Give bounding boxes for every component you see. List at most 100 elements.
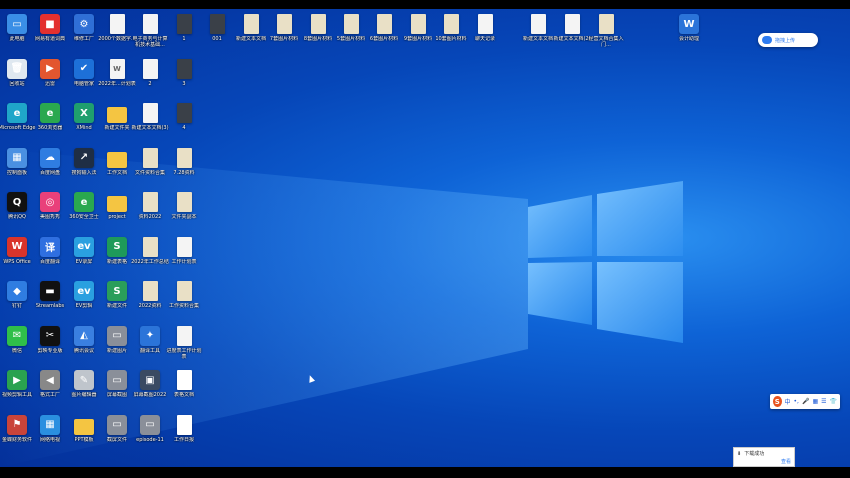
desktop-icon[interactable]: ☁ 百度网盘 <box>33 147 67 194</box>
desktop-icon-label: episode-11 <box>136 436 164 443</box>
desktop-icon[interactable]: e 360安全卫士 <box>67 192 101 238</box>
app-icon <box>142 147 158 168</box>
desktop-icon[interactable]: 新建文本文档(3) <box>131 103 169 149</box>
desktop-icon[interactable]: 🗑 回收站 <box>0 58 34 105</box>
desktop-icon[interactable]: 经营文档合集入门... <box>588 14 624 60</box>
app-icon <box>376 14 392 34</box>
app-icon: ▦ <box>40 414 60 435</box>
desktop-icon[interactable]: e Microsoft Edge <box>0 103 35 149</box>
desktop-icon[interactable]: 译百度翻译 <box>33 236 67 283</box>
desktop-icon-label: 文件夹副本 <box>171 214 197 220</box>
desktop-icon[interactable]: 工作计划表 <box>167 236 201 283</box>
desktop-icon[interactable]: ▭ 截屏文件 <box>100 414 134 461</box>
desktop-icon[interactable]: ✔ 电脑管家 <box>67 58 101 105</box>
desktop-icon[interactable]: ✂ 剪映专业版 <box>33 325 67 372</box>
desktop-icon[interactable]: 9套图片材料 <box>401 14 435 60</box>
desktop-icon[interactable]: ▭ 工作日报 <box>167 414 201 461</box>
desktop-icon[interactable]: W 2022年...计划表 <box>98 58 136 105</box>
download-toast[interactable]: ⬇ 下载成功 查看 <box>733 447 795 467</box>
desktop-icon[interactable]: 1 <box>167 14 201 60</box>
desktop-icon[interactable]: ev EV剪辑 <box>67 281 101 327</box>
desktop-icon[interactable]: 6套图片材料 <box>367 14 401 60</box>
desktop-icon[interactable]: X XMind <box>67 103 101 149</box>
desktop-icon[interactable]: Q 腾讯QQ <box>0 192 34 238</box>
desktop-icon[interactable]: ✦ 翻译工具 <box>133 325 167 372</box>
app-icon <box>564 14 580 34</box>
desktop-icon-label: Streamlabs <box>35 303 65 309</box>
ime-menu-icon[interactable]: ☰ <box>821 398 826 405</box>
desktop-icon[interactable]: 电子商务与计算机技术基础... <box>132 14 168 60</box>
desktop-icon[interactable]: 2000个数据字... <box>98 14 136 60</box>
ime-toolbar[interactable]: S 中 •, 🎤 ▦ ☰ 👕 <box>770 394 840 409</box>
desktop-icon[interactable]: S 新建表格 <box>100 236 134 283</box>
desktop-icon[interactable]: PPT模板 <box>67 415 101 461</box>
app-icon: ✉ <box>7 325 27 346</box>
desktop-icon[interactable]: 8套图片材料 <box>301 14 335 60</box>
desktop-icon[interactable]: ▬ Streamlabs <box>33 281 67 327</box>
app-icon: ▭ <box>107 325 127 346</box>
desktop-icon[interactable]: 2022资料 <box>133 281 167 327</box>
desktop-icon[interactable]: ▦ 控制面板 <box>0 147 34 194</box>
desktop-icon[interactable]: 进度表工作计划表 <box>166 325 202 372</box>
desktop-icon[interactable]: 文件资料合集 <box>133 147 167 194</box>
desktop-icon[interactable]: ▭ 表格文档 <box>167 370 201 416</box>
desktop-icon[interactable]: project <box>100 192 134 238</box>
desktop-icon[interactable]: 7套图片材料 <box>267 14 301 60</box>
desktop-icon[interactable]: 5套图片材料 <box>334 14 368 60</box>
app-icon <box>176 325 192 346</box>
desktop-icon[interactable]: ◭ 腾讯会议 <box>67 325 101 372</box>
desktop-icon[interactable]: ▭ 此电脑 <box>0 14 34 60</box>
desktop-icon[interactable]: 工作文档 <box>100 148 134 194</box>
desktop-icon[interactable]: 3 <box>167 58 201 105</box>
desktop-icon[interactable]: S 新建文件 <box>100 281 134 327</box>
desktop-icon[interactable]: 10套图片材料 <box>434 14 468 60</box>
desktop-icon[interactable]: ◎ 美图秀秀 <box>33 192 67 238</box>
app-icon <box>107 107 127 123</box>
desktop-icon[interactable]: e 360浏览器 <box>33 103 67 149</box>
ime-mode-chinese[interactable]: 中 <box>785 397 791 406</box>
desktop-icon[interactable]: ◀ 格式工厂 <box>33 370 67 416</box>
desktop-icon[interactable]: 4 <box>167 103 201 149</box>
toast-view-link[interactable]: 查看 <box>781 458 791 465</box>
desktop-icon[interactable]: ⚙ 维修工厂 <box>67 14 101 60</box>
desktop-icon[interactable]: ✉ 微信 <box>0 325 34 372</box>
desktop-icon[interactable]: ▭ 新建图片 <box>100 325 134 372</box>
ime-voice-icon[interactable]: 🎤 <box>802 398 809 405</box>
desktop-icon[interactable]: W 会计助理 <box>672 14 706 60</box>
desktop-icon[interactable]: 资料2022 <box>133 192 167 238</box>
desktop-icon[interactable]: W WPS Office <box>0 236 34 283</box>
desktop-icon[interactable]: ▭ 屏幕截图 <box>100 370 134 416</box>
desktop-icon[interactable]: ▦ 网络电视 <box>33 414 67 461</box>
desktop-icon[interactable]: 001 <box>200 14 234 60</box>
ime-keyboard-icon[interactable]: ▦ <box>812 398 818 405</box>
upload-widget[interactable]: 拖拽上传 <box>758 33 818 47</box>
desktop-icon[interactable]: ▣ 屏幕截图2022 <box>133 370 167 416</box>
desktop-icon[interactable]: 新建文本文档 <box>521 14 555 60</box>
ime-punctuation-icon[interactable]: •, <box>794 398 799 405</box>
desktop-icon[interactable]: ev EV录屏 <box>67 236 101 283</box>
desktop-icon-label: 工作计划表 <box>171 258 197 265</box>
desktop-icon[interactable]: 文件夹副本 <box>167 192 201 238</box>
desktop-icon[interactable]: ▶ 视频剪辑工具 <box>0 370 34 416</box>
desktop-icon[interactable]: 工作资料合集 <box>167 281 201 327</box>
desktop-icon[interactable]: ▶ 迅雷 <box>33 58 67 105</box>
desktop-icon-label: 资料2022 <box>138 214 162 220</box>
desktop-icon[interactable]: ◆ 钉钉 <box>0 281 34 327</box>
desktop-icon[interactable]: ↗ 搜狗输入法 <box>67 147 101 194</box>
desktop-icon[interactable]: 新建文本文档 <box>234 14 268 60</box>
app-icon: ▶ <box>7 370 27 390</box>
desktop-icon[interactable]: ✎ 图片编辑器 <box>67 370 101 416</box>
ime-skin-icon[interactable]: 👕 <box>830 398 837 405</box>
desktop-icon[interactable]: 2 <box>133 58 167 105</box>
desktop-icon[interactable]: 新建文本文档(2) <box>553 14 591 60</box>
desktop-icon[interactable]: 聊天记录 <box>468 14 502 60</box>
desktop-icon[interactable]: ▭ episode-11 <box>133 414 167 461</box>
desktop-icon[interactable]: 2022年工作总结 <box>131 236 169 283</box>
desktop-icon-label: 360浏览器 <box>37 125 63 131</box>
desktop-icon-label: 4 <box>182 125 186 131</box>
desktop-icon[interactable]: ⚑ 金蝶财务软件 <box>0 414 34 461</box>
desktop-icon[interactable]: 新建文件夹 <box>100 103 134 149</box>
desktop-icon[interactable]: ■ 网易有道词典 <box>33 14 67 60</box>
app-icon <box>109 14 125 34</box>
desktop-icon[interactable]: 7.28资料 <box>167 147 201 194</box>
